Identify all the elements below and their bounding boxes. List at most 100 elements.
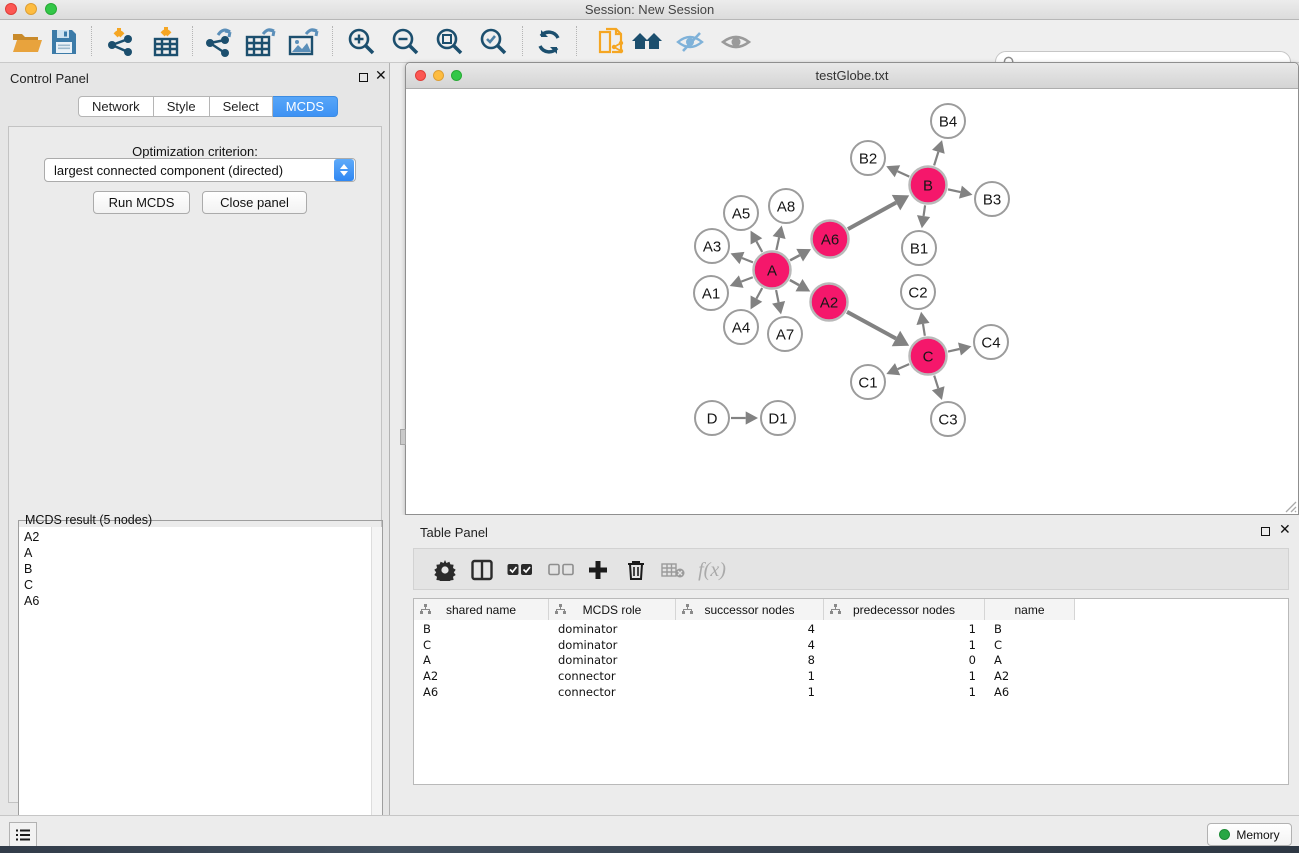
graph-edge-A-A6[interactable] [790,255,800,260]
table-row[interactable]: Cdominator41C [414,637,1075,653]
table-row[interactable]: Bdominator41B [414,621,1075,637]
run-mcds-button[interactable]: Run MCDS [93,191,190,214]
zoom-window-button[interactable] [45,3,57,15]
node-table[interactable]: shared nameMCDS rolesuccessor nodesprede… [413,598,1289,785]
graph-edge-B-B1[interactable] [924,205,926,216]
cell-predecessor[interactable]: 1 [824,684,985,700]
deselect-all-icon[interactable] [545,554,577,586]
tab-style[interactable]: Style [154,96,210,117]
import-network-icon[interactable] [104,25,138,59]
graph-edge-A2-C[interactable] [847,312,896,339]
cell-mcds_role[interactable]: connector [549,668,676,684]
cell-successor[interactable]: 4 [676,621,824,637]
function-builder-icon[interactable]: f(x) [696,554,728,586]
tab-network[interactable]: Network [78,96,154,117]
mcds-result-item[interactable]: B [24,561,371,577]
cell-shared_name[interactable]: A6 [414,684,549,700]
window-controls[interactable] [5,3,57,15]
tab-select[interactable]: Select [210,96,273,117]
table-row[interactable]: Adominator80A [414,653,1075,669]
cell-name[interactable]: A [985,653,1075,669]
graph-edge-C-C1[interactable] [898,364,910,369]
cell-name[interactable]: C [985,637,1075,653]
graph-edge-A-A2[interactable] [790,280,799,285]
minimize-window-button[interactable] [25,3,37,15]
column-header-shared_name[interactable]: shared name [414,599,549,620]
graph-edge-A6-B[interactable] [848,203,896,229]
cell-shared_name[interactable]: A [414,653,549,669]
cell-mcds_role[interactable]: dominator [549,653,676,669]
graph-edge-C-C2[interactable] [923,324,925,336]
graph-edge-B-B4[interactable] [934,152,938,166]
network-canvas[interactable]: B4B2BB3A8A5A6A3B1AC2A1A2A4A7C4CC1C3DD1 [406,89,1298,514]
graph-edge-A-A3[interactable] [742,258,753,262]
graph-edge-C-C3[interactable] [934,376,938,389]
zoom-out-icon[interactable] [388,25,422,59]
network-minimize-button[interactable] [433,70,444,81]
graph-edge-A-A1[interactable] [741,277,753,281]
close-panel-icon[interactable]: ✕ [375,67,387,84]
table-header[interactable]: shared nameMCDS rolesuccessor nodesprede… [414,599,1075,620]
column-header-successor[interactable]: successor nodes [676,599,824,620]
close-panel-button[interactable]: Close panel [202,191,307,214]
export-table-icon[interactable] [244,25,278,59]
network-window-titlebar[interactable]: testGlobe.txt [406,63,1298,89]
close-window-button[interactable] [5,3,17,15]
cell-predecessor[interactable]: 0 [824,653,985,669]
hide-selected-icon[interactable] [674,25,708,59]
graph-edge-B-B3[interactable] [948,189,960,192]
task-history-button[interactable] [9,822,37,847]
mcds-result-item[interactable]: A6 [24,593,371,609]
cell-predecessor[interactable]: 1 [824,621,985,637]
delete-table-icon[interactable] [657,554,689,586]
cell-mcds_role[interactable]: dominator [549,621,676,637]
cell-name[interactable]: B [985,621,1075,637]
table-row[interactable]: A2connector11A2 [414,668,1075,684]
cell-successor[interactable]: 8 [676,653,824,669]
export-network-icon[interactable] [202,25,236,59]
save-session-icon[interactable] [47,25,81,59]
cell-successor[interactable]: 4 [676,637,824,653]
table-settings-gear-icon[interactable] [429,554,461,586]
cell-successor[interactable]: 1 [676,684,824,700]
column-header-predecessor[interactable]: predecessor nodes [824,599,985,620]
cell-mcds_role[interactable]: connector [549,684,676,700]
close-table-panel-icon[interactable]: ✕ [1279,521,1291,538]
graph-edge-B-B2[interactable] [897,171,909,176]
table-row[interactable]: A6connector11A6 [414,684,1075,700]
graph-edge-C-C4[interactable] [948,349,959,352]
cell-successor[interactable]: 1 [676,668,824,684]
cell-name[interactable]: A6 [985,684,1075,700]
cell-shared_name[interactable]: B [414,621,549,637]
cell-shared_name[interactable]: C [414,637,549,653]
float-table-panel-icon[interactable] [1261,527,1270,536]
refresh-layout-icon[interactable] [532,25,566,59]
cell-predecessor[interactable]: 1 [824,637,985,653]
column-view-icon[interactable] [466,554,498,586]
tab-mcds[interactable]: MCDS [273,96,338,117]
memory-button[interactable]: Memory [1207,823,1292,846]
network-file-icon[interactable] [595,25,629,59]
mcds-result-item[interactable]: C [24,577,371,593]
float-panel-icon[interactable] [359,73,368,82]
add-row-icon[interactable] [582,554,614,586]
mcds-result-list[interactable]: A2ABCA6 [19,527,371,853]
cell-mcds_role[interactable]: dominator [549,637,676,653]
optimization-dropdown[interactable]: largest connected component (directed) [44,158,356,182]
mcds-result-item[interactable]: A [24,545,371,561]
home-icon[interactable] [630,25,664,59]
cell-shared_name[interactable]: A2 [414,668,549,684]
select-all-icon[interactable] [504,554,536,586]
mcds-result-scrollbar[interactable] [371,527,382,853]
show-all-icon[interactable] [719,25,753,59]
cell-predecessor[interactable]: 1 [824,668,985,684]
graph-edge-A-A8[interactable] [776,238,779,250]
mcds-result-item[interactable]: A2 [24,529,371,545]
zoom-fit-icon[interactable] [432,25,466,59]
import-table-icon[interactable] [149,25,183,59]
network-zoom-button[interactable] [451,70,462,81]
graph-edge-A-A4[interactable] [756,288,762,299]
cell-name[interactable]: A2 [985,668,1075,684]
network-graph[interactable]: B4B2BB3A8A5A6A3B1AC2A1A2A4A7C4CC1C3DD1 [406,89,1298,514]
column-header-name[interactable]: name [985,599,1075,620]
